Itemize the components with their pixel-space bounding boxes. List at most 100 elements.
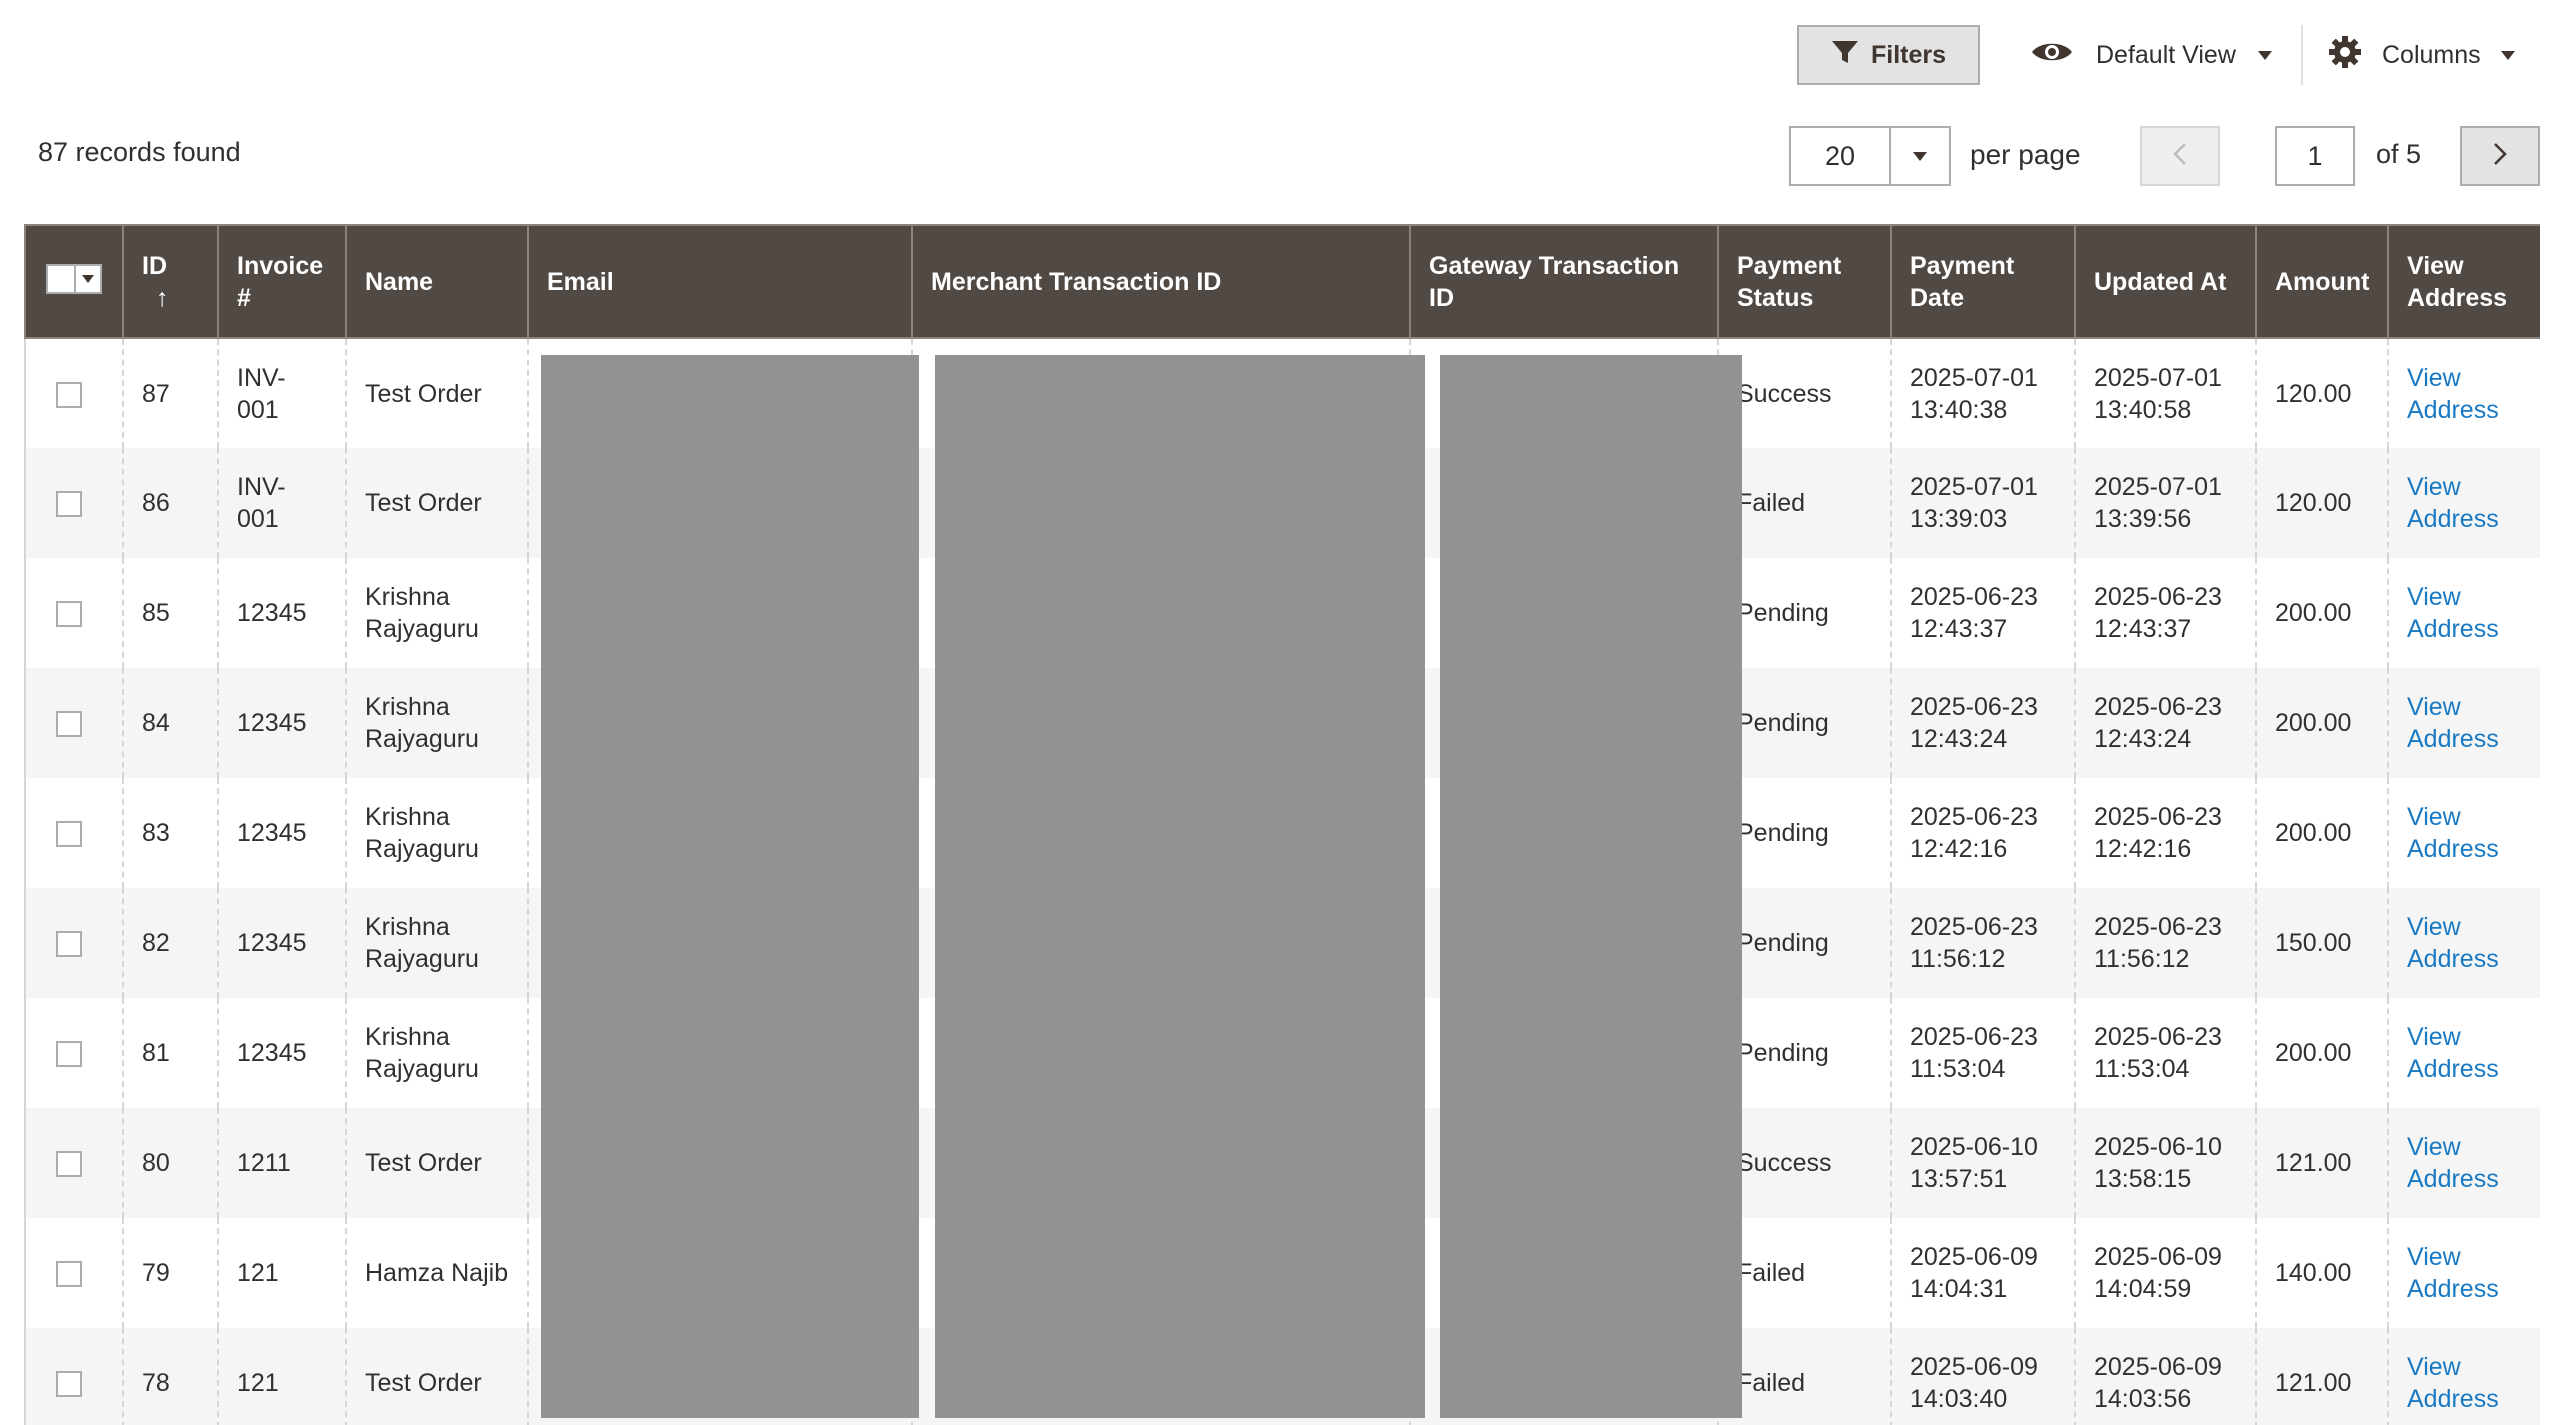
- name-value: Hamza Najib: [365, 1259, 509, 1287]
- payment-status-cell: Failed: [1717, 1328, 1891, 1425]
- column-header-payment-date[interactable]: Payment Date: [1890, 224, 2075, 339]
- payment-date-value: 2025-06-23 11:53:04: [1910, 1023, 2038, 1083]
- view-address-link[interactable]: View Address: [2407, 473, 2499, 533]
- payment-date-value: 2025-07-01 13:39:03: [1910, 473, 2038, 533]
- column-header-amount[interactable]: Amount: [2255, 224, 2388, 339]
- row-select-cell: [24, 998, 123, 1108]
- column-header-gateway-transaction-id[interactable]: Gateway Transaction ID: [1409, 224, 1718, 339]
- per-page-input[interactable]: 20: [1789, 126, 1889, 186]
- view-address-cell: View Address: [2387, 1218, 2540, 1328]
- invoice-cell: 12345: [217, 888, 346, 998]
- view-address-cell: View Address: [2387, 338, 2540, 448]
- row-checkbox[interactable]: [56, 381, 82, 408]
- amount-value: 120.00: [2275, 489, 2352, 517]
- amount-value: 200.00: [2275, 599, 2352, 627]
- updated-at-value: 2025-07-01 13:39:56: [2094, 473, 2222, 533]
- columns-dropdown[interactable]: Columns: [2328, 25, 2515, 85]
- name-value: Krishna Rajyaguru: [365, 583, 479, 643]
- chevron-right-icon: [2492, 142, 2508, 171]
- amount-value: 200.00: [2275, 1039, 2352, 1067]
- mass-select-box[interactable]: [48, 265, 76, 292]
- view-address-link[interactable]: View Address: [2407, 364, 2499, 424]
- row-checkbox[interactable]: [56, 1041, 82, 1068]
- view-address-link[interactable]: View Address: [2407, 1023, 2499, 1083]
- view-address-link[interactable]: View Address: [2407, 583, 2499, 643]
- column-header-view-address[interactable]: View Address: [2387, 224, 2540, 339]
- column-header-name[interactable]: Name: [345, 224, 528, 339]
- payment-status-cell: Pending: [1717, 778, 1891, 888]
- row-checkbox[interactable]: [56, 711, 82, 738]
- amount-cell: 150.00: [2255, 888, 2388, 998]
- amount-cell: 121.00: [2255, 1328, 2388, 1425]
- per-page-toggle[interactable]: [1889, 126, 1951, 186]
- mass-select-checkbox[interactable]: [46, 263, 102, 294]
- id-value: 84: [142, 709, 170, 737]
- updated-at-cell: 2025-06-23 11:56:12: [2074, 888, 2256, 998]
- updated-at-cell: 2025-06-09 14:03:56: [2074, 1328, 2256, 1425]
- view-address-link[interactable]: View Address: [2407, 1133, 2499, 1193]
- id-cell: 85: [122, 558, 218, 668]
- name-cell: Test Order: [345, 448, 528, 558]
- row-checkbox[interactable]: [56, 931, 82, 958]
- invoice-value: 12345: [237, 819, 307, 847]
- row-checkbox[interactable]: [56, 491, 82, 518]
- name-value: Test Order: [365, 379, 482, 408]
- row-checkbox[interactable]: [56, 1371, 82, 1398]
- table-header-row: ID ↑ Invoice # Name Email Merchant Trans…: [24, 224, 2540, 339]
- amount-value: 121.00: [2275, 1369, 2352, 1397]
- invoice-value: INV-001: [237, 363, 286, 424]
- view-address-link[interactable]: View Address: [2407, 913, 2499, 973]
- default-view-dropdown[interactable]: Default View: [2030, 25, 2272, 85]
- name-value: Test Order: [365, 489, 482, 517]
- redacted-gateway-transaction-column: [1440, 355, 1742, 1418]
- payment-date-cell: 2025-06-09 14:04:31: [1890, 1218, 2075, 1328]
- amount-value: 200.00: [2275, 709, 2352, 737]
- id-value: 78: [142, 1369, 170, 1397]
- id-cell: 87: [122, 338, 218, 448]
- row-select-cell: [24, 448, 123, 558]
- amount-value: 120.00: [2275, 379, 2352, 408]
- payment-status-value: Pending: [1737, 819, 1829, 847]
- column-header-merchant-transaction-id[interactable]: Merchant Transaction ID: [911, 224, 1410, 339]
- id-value: 82: [142, 929, 170, 957]
- row-checkbox[interactable]: [56, 1261, 82, 1288]
- updated-at-value: 2025-06-09 14:04:59: [2094, 1243, 2222, 1303]
- previous-page-button[interactable]: [2140, 126, 2220, 186]
- chevron-down-icon[interactable]: [76, 266, 100, 292]
- updated-at-cell: 2025-07-01 13:39:56: [2074, 448, 2256, 558]
- amount-cell: 200.00: [2255, 998, 2388, 1108]
- view-address-link[interactable]: View Address: [2407, 1353, 2499, 1413]
- column-header-id[interactable]: ID ↑: [122, 224, 218, 339]
- id-cell: 79: [122, 1218, 218, 1328]
- updated-at-cell: 2025-07-01 13:40:58: [2074, 338, 2256, 448]
- view-address-link[interactable]: View Address: [2407, 1243, 2499, 1303]
- row-select-cell: [24, 888, 123, 998]
- column-header-invoice[interactable]: Invoice #: [217, 224, 346, 339]
- chevron-left-icon: [2172, 142, 2188, 171]
- amount-cell: 200.00: [2255, 558, 2388, 668]
- toolbar-divider: [2301, 25, 2303, 85]
- chevron-down-icon: [2257, 50, 2272, 60]
- filters-button[interactable]: Filters: [1797, 25, 1980, 85]
- row-checkbox[interactable]: [56, 1151, 82, 1178]
- id-cell: 86: [122, 448, 218, 558]
- payment-status-value: Pending: [1737, 599, 1829, 627]
- updated-at-cell: 2025-06-23 12:42:16: [2074, 778, 2256, 888]
- payment-date-cell: 2025-06-23 12:42:16: [1890, 778, 2075, 888]
- column-header-email[interactable]: Email: [527, 224, 912, 339]
- row-checkbox[interactable]: [56, 601, 82, 628]
- id-value: 86: [142, 489, 170, 517]
- updated-at-cell: 2025-06-23 11:53:04: [2074, 998, 2256, 1108]
- view-address-link[interactable]: View Address: [2407, 803, 2499, 863]
- payment-status-value: Pending: [1737, 1039, 1829, 1067]
- view-address-link[interactable]: View Address: [2407, 693, 2499, 753]
- row-checkbox[interactable]: [56, 821, 82, 848]
- page-number-input[interactable]: 1: [2275, 126, 2355, 186]
- payment-date-cell: 2025-06-09 14:03:40: [1890, 1328, 2075, 1425]
- id-header-label: ID: [142, 251, 167, 280]
- next-page-button[interactable]: [2460, 126, 2540, 186]
- eye-icon: [2030, 39, 2074, 72]
- name-cell: Krishna Rajyaguru: [345, 558, 528, 668]
- column-header-payment-status[interactable]: Payment Status: [1717, 224, 1891, 339]
- column-header-updated-at[interactable]: Updated At: [2074, 224, 2256, 339]
